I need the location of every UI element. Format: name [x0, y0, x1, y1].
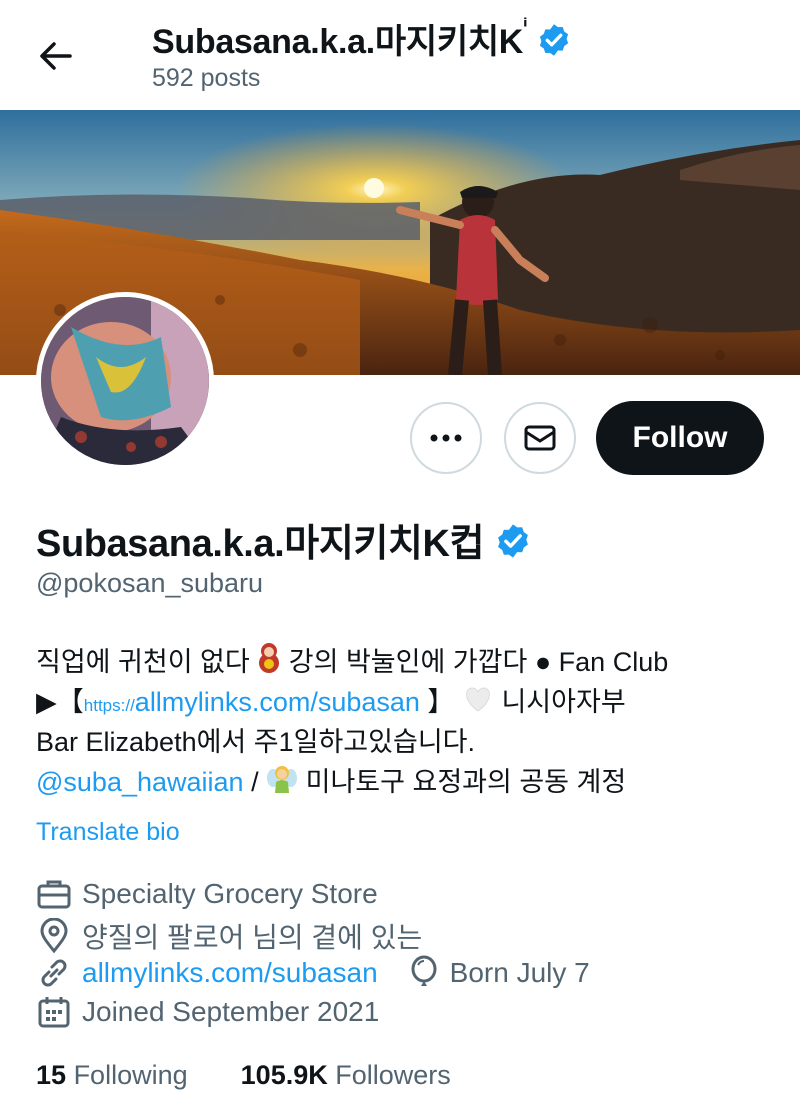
bio: 직업에 귀천이 없다 강의 박눌인에 가깝다 ● Fan Club ▶【http…: [36, 642, 766, 802]
category-text: Specialty Grocery Store: [82, 878, 378, 909]
joined-row: Joined September 2021: [36, 994, 379, 1030]
bio-line-4: @suba_hawaiian / 미나토구 요정과의 공동 계정: [36, 762, 766, 802]
bio-line-1: 직업에 귀천이 없다 강의 박눌인에 가깝다 ● Fan Club: [36, 642, 766, 682]
followers-label: Followers: [335, 1060, 451, 1090]
white-heart-emoji: [462, 684, 494, 724]
header-name-text: Subasana.k.a.마지키치K: [152, 23, 524, 61]
header-name-suffix: ⁱ: [523, 16, 528, 38]
top-bar: Subasana.k.a.마지키치Kⁱ 592 posts: [0, 0, 800, 110]
message-icon: [524, 425, 556, 451]
more-button[interactable]: [410, 402, 482, 474]
back-arrow-icon[interactable]: [36, 36, 76, 76]
bio-text: 강의 박눌인에 가깝다: [288, 647, 528, 677]
post-count: 592 posts: [152, 64, 261, 92]
website-birthday-row: allmylinks.com/subasan Born July 7: [36, 955, 590, 991]
matryoshka-emoji: [257, 642, 281, 685]
translate-bio-link[interactable]: Translate bio: [36, 818, 180, 847]
bio-text: 직업에 귀천이 없다: [36, 647, 250, 677]
bio-link-text: allmylinks.com/subasan: [134, 687, 420, 717]
message-button[interactable]: [504, 402, 576, 474]
category-row: Specialty Grocery Store: [36, 877, 378, 911]
bio-text: 미나토구 요정과의 공동 계정: [305, 767, 627, 797]
bio-link-protocol: https://: [83, 696, 135, 715]
bio-text: 니시아자부: [501, 687, 626, 717]
following-link[interactable]: 15 Following: [36, 1060, 188, 1090]
following-count: 15: [36, 1060, 67, 1090]
briefcase-icon: [37, 880, 71, 909]
bio-text: ▶【: [36, 687, 84, 717]
bio-line-2: ▶【https://allmylinks.com/subasan 】 니시아자부: [36, 682, 766, 722]
location-row: 양질의 팔로어 님의 곁에 있는: [36, 916, 422, 956]
header-name: Subasana.k.a.마지키치Kⁱ: [152, 14, 572, 67]
location-text: 양질의 팔로어 님의 곁에 있는: [82, 922, 423, 953]
bio-link[interactable]: https://allmylinks.com/subasan: [84, 687, 420, 717]
link-icon: [41, 959, 67, 987]
bio-text: Fan Club: [558, 647, 669, 677]
balloon-icon: [411, 955, 437, 986]
location-pin-icon: [40, 918, 68, 954]
verified-badge-icon: [536, 22, 572, 67]
avatar[interactable]: [36, 292, 214, 470]
display-name-text: Subasana.k.a.마지키치K컵: [36, 523, 485, 565]
fairy-emoji: [266, 762, 298, 805]
bio-line-3: Bar Elizabeth에서 주1일하고있습니다.: [36, 727, 476, 757]
mention-link[interactable]: @suba_hawaiian: [36, 767, 244, 797]
display-name: Subasana.k.a.마지키치K컵: [36, 512, 532, 570]
calendar-icon: [38, 997, 70, 1028]
black-circle-icon: ●: [534, 647, 552, 677]
bio-text: 】: [427, 687, 455, 717]
verified-badge-icon[interactable]: [494, 522, 532, 570]
followers-link[interactable]: 105.9K Followers: [241, 1060, 451, 1090]
website-link[interactable]: allmylinks.com/subasan: [82, 957, 378, 989]
handle: @pokosan_subaru: [36, 568, 264, 598]
joined-text: Joined September 2021: [82, 996, 380, 1027]
bio-separator: /: [251, 767, 259, 797]
more-icon: [430, 434, 462, 442]
birthday-text: Born July 7: [449, 957, 590, 988]
follow-button[interactable]: Follow: [596, 401, 764, 475]
following-label: Following: [73, 1060, 188, 1090]
follow-stats: 15 Following 105.9K Followers: [36, 1060, 451, 1091]
followers-count: 105.9K: [240, 1060, 328, 1090]
